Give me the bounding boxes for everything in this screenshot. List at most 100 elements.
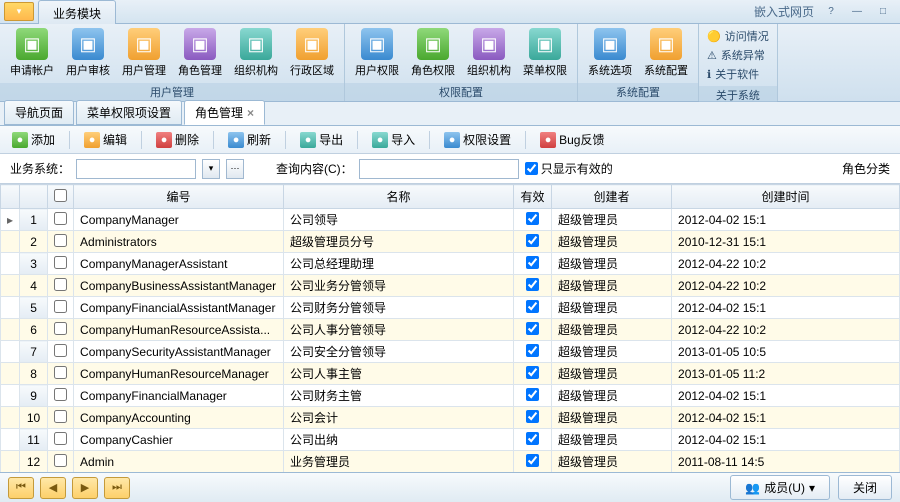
row-checkbox[interactable] — [54, 454, 67, 467]
row-checkbox[interactable] — [54, 388, 67, 401]
select-all-checkbox[interactable] — [54, 189, 67, 202]
row-select[interactable] — [48, 385, 74, 407]
row-checkbox[interactable] — [54, 234, 67, 247]
table-row[interactable]: 6CompanyHumanResourceAssista...公司人事分管领导超… — [1, 319, 900, 341]
valid-checkbox[interactable] — [526, 454, 539, 467]
content-tab-0[interactable]: 导航页面 — [4, 100, 74, 125]
title-tab-0[interactable]: 业务模块 — [38, 0, 116, 26]
help-icon[interactable]: ? — [822, 5, 840, 19]
cell-valid[interactable] — [514, 451, 552, 473]
ribbon-user-plus[interactable]: ▣申请帐户 — [4, 26, 60, 81]
cell-valid[interactable] — [514, 341, 552, 363]
row-checkbox[interactable] — [54, 322, 67, 335]
row-select[interactable] — [48, 429, 74, 451]
row-checkbox[interactable] — [54, 410, 67, 423]
ribbon-user-gear[interactable]: ▣用户管理 — [116, 26, 172, 81]
valid-only-input[interactable] — [525, 162, 538, 175]
column-header[interactable]: 创建者 — [552, 185, 672, 209]
row-select[interactable] — [48, 253, 74, 275]
column-header[interactable] — [1, 185, 20, 209]
table-row[interactable]: 10CompanyAccounting公司会计超级管理员2012-04-02 1… — [1, 407, 900, 429]
valid-checkbox[interactable] — [526, 278, 539, 291]
table-row[interactable]: 3CompanyManagerAssistant公司总经理助理超级管理员2012… — [1, 253, 900, 275]
column-header[interactable]: 名称 — [284, 185, 514, 209]
valid-checkbox[interactable] — [526, 366, 539, 379]
ribbon-region[interactable]: ▣行政区域 — [284, 26, 340, 81]
valid-checkbox[interactable] — [526, 410, 539, 423]
nav-next-button[interactable]: ▶ — [72, 477, 98, 499]
side-link-0[interactable]: 🟡访问情况 — [707, 28, 769, 44]
row-checkbox[interactable] — [54, 432, 67, 445]
biz-system-input[interactable] — [76, 159, 196, 179]
ribbon-system-options[interactable]: ▣系统选项 — [582, 26, 638, 81]
toolbar-refresh-button[interactable]: ●刷新 — [224, 129, 275, 150]
close-button[interactable]: 关闭 — [838, 475, 892, 500]
ribbon-system-config[interactable]: ▣系统配置 — [638, 26, 694, 81]
ribbon-org-chart[interactable]: ▣组织机构 — [228, 26, 284, 81]
app-menu-icon[interactable]: ▾ — [4, 2, 34, 21]
valid-checkbox[interactable] — [526, 432, 539, 445]
side-link-2[interactable]: ℹ关于软件 — [707, 66, 769, 82]
query-input[interactable] — [359, 159, 519, 179]
role-category-label[interactable]: 角色分类 — [842, 160, 890, 177]
toolbar-delete-button[interactable]: ●删除 — [152, 129, 203, 150]
cell-valid[interactable] — [514, 407, 552, 429]
biz-system-dropdown[interactable]: ▾ — [202, 159, 220, 179]
toolbar-import-button[interactable]: ●导入 — [368, 129, 419, 150]
valid-checkbox[interactable] — [526, 322, 539, 335]
row-select[interactable] — [48, 231, 74, 253]
table-row[interactable]: 2Administrators超级管理员分号超级管理员2010-12-31 15… — [1, 231, 900, 253]
content-tab-1[interactable]: 菜单权限项设置 — [76, 100, 182, 125]
row-select[interactable] — [48, 209, 74, 231]
column-header[interactable] — [20, 185, 48, 209]
row-select[interactable] — [48, 319, 74, 341]
toolbar-edit-button[interactable]: ●编辑 — [80, 129, 131, 150]
ribbon-user-key[interactable]: ▣用户权限 — [349, 26, 405, 81]
row-select[interactable] — [48, 451, 74, 473]
cell-valid[interactable] — [514, 363, 552, 385]
ribbon-users-group[interactable]: ▣角色管理 — [172, 26, 228, 81]
row-checkbox[interactable] — [54, 344, 67, 357]
row-checkbox[interactable] — [54, 212, 67, 225]
toolbar-perm-button[interactable]: ●权限设置 — [440, 129, 515, 150]
embed-page-label[interactable]: 嵌入式网页 — [754, 3, 814, 20]
cell-valid[interactable] — [514, 385, 552, 407]
valid-checkbox[interactable] — [526, 300, 539, 313]
ribbon-menu-perm[interactable]: ▣菜单权限 — [517, 26, 573, 81]
row-select[interactable] — [48, 407, 74, 429]
row-select[interactable] — [48, 275, 74, 297]
row-select[interactable] — [48, 297, 74, 319]
nav-first-button[interactable]: ⏮ — [8, 477, 34, 499]
toolbar-bug-button[interactable]: ●Bug反馈 — [536, 129, 608, 150]
valid-only-checkbox[interactable]: 只显示有效的 — [525, 160, 613, 177]
minimize-icon[interactable]: — — [848, 5, 866, 19]
table-row[interactable]: 8CompanyHumanResourceManager公司人事主管超级管理员2… — [1, 363, 900, 385]
ribbon-user-check[interactable]: ▣用户审核 — [60, 26, 116, 81]
table-row[interactable]: ▸1CompanyManager公司领导超级管理员2012-04-02 15:1 — [1, 209, 900, 231]
column-header[interactable] — [48, 185, 74, 209]
table-row[interactable]: 5CompanyFinancialAssistantManager公司财务分管领… — [1, 297, 900, 319]
cell-valid[interactable] — [514, 209, 552, 231]
row-checkbox[interactable] — [54, 300, 67, 313]
biz-system-more[interactable]: ⋯ — [226, 159, 244, 179]
nav-prev-button[interactable]: ◀ — [40, 477, 66, 499]
row-checkbox[interactable] — [54, 256, 67, 269]
close-icon[interactable]: × — [247, 106, 254, 120]
table-row[interactable]: 9CompanyFinancialManager公司财务主管超级管理员2012-… — [1, 385, 900, 407]
table-row[interactable]: 12Admin业务管理员超级管理员2011-08-11 14:5 — [1, 451, 900, 473]
row-checkbox[interactable] — [54, 278, 67, 291]
cell-valid[interactable] — [514, 319, 552, 341]
side-link-1[interactable]: ⚠系统异常 — [707, 47, 769, 63]
column-header[interactable]: 有效 — [514, 185, 552, 209]
table-row[interactable]: 4CompanyBusinessAssistantManager公司业务分管领导… — [1, 275, 900, 297]
table-row[interactable]: 11CompanyCashier公司出纳超级管理员2012-04-02 15:1 — [1, 429, 900, 451]
cell-valid[interactable] — [514, 231, 552, 253]
maximize-icon[interactable]: □ — [874, 5, 892, 19]
row-select[interactable] — [48, 341, 74, 363]
valid-checkbox[interactable] — [526, 234, 539, 247]
table-row[interactable]: 7CompanySecurityAssistantManager公司安全分管领导… — [1, 341, 900, 363]
content-tab-2[interactable]: 角色管理× — [184, 100, 265, 125]
column-header[interactable]: 编号 — [74, 185, 284, 209]
toolbar-export-button[interactable]: ●导出 — [296, 129, 347, 150]
valid-checkbox[interactable] — [526, 256, 539, 269]
